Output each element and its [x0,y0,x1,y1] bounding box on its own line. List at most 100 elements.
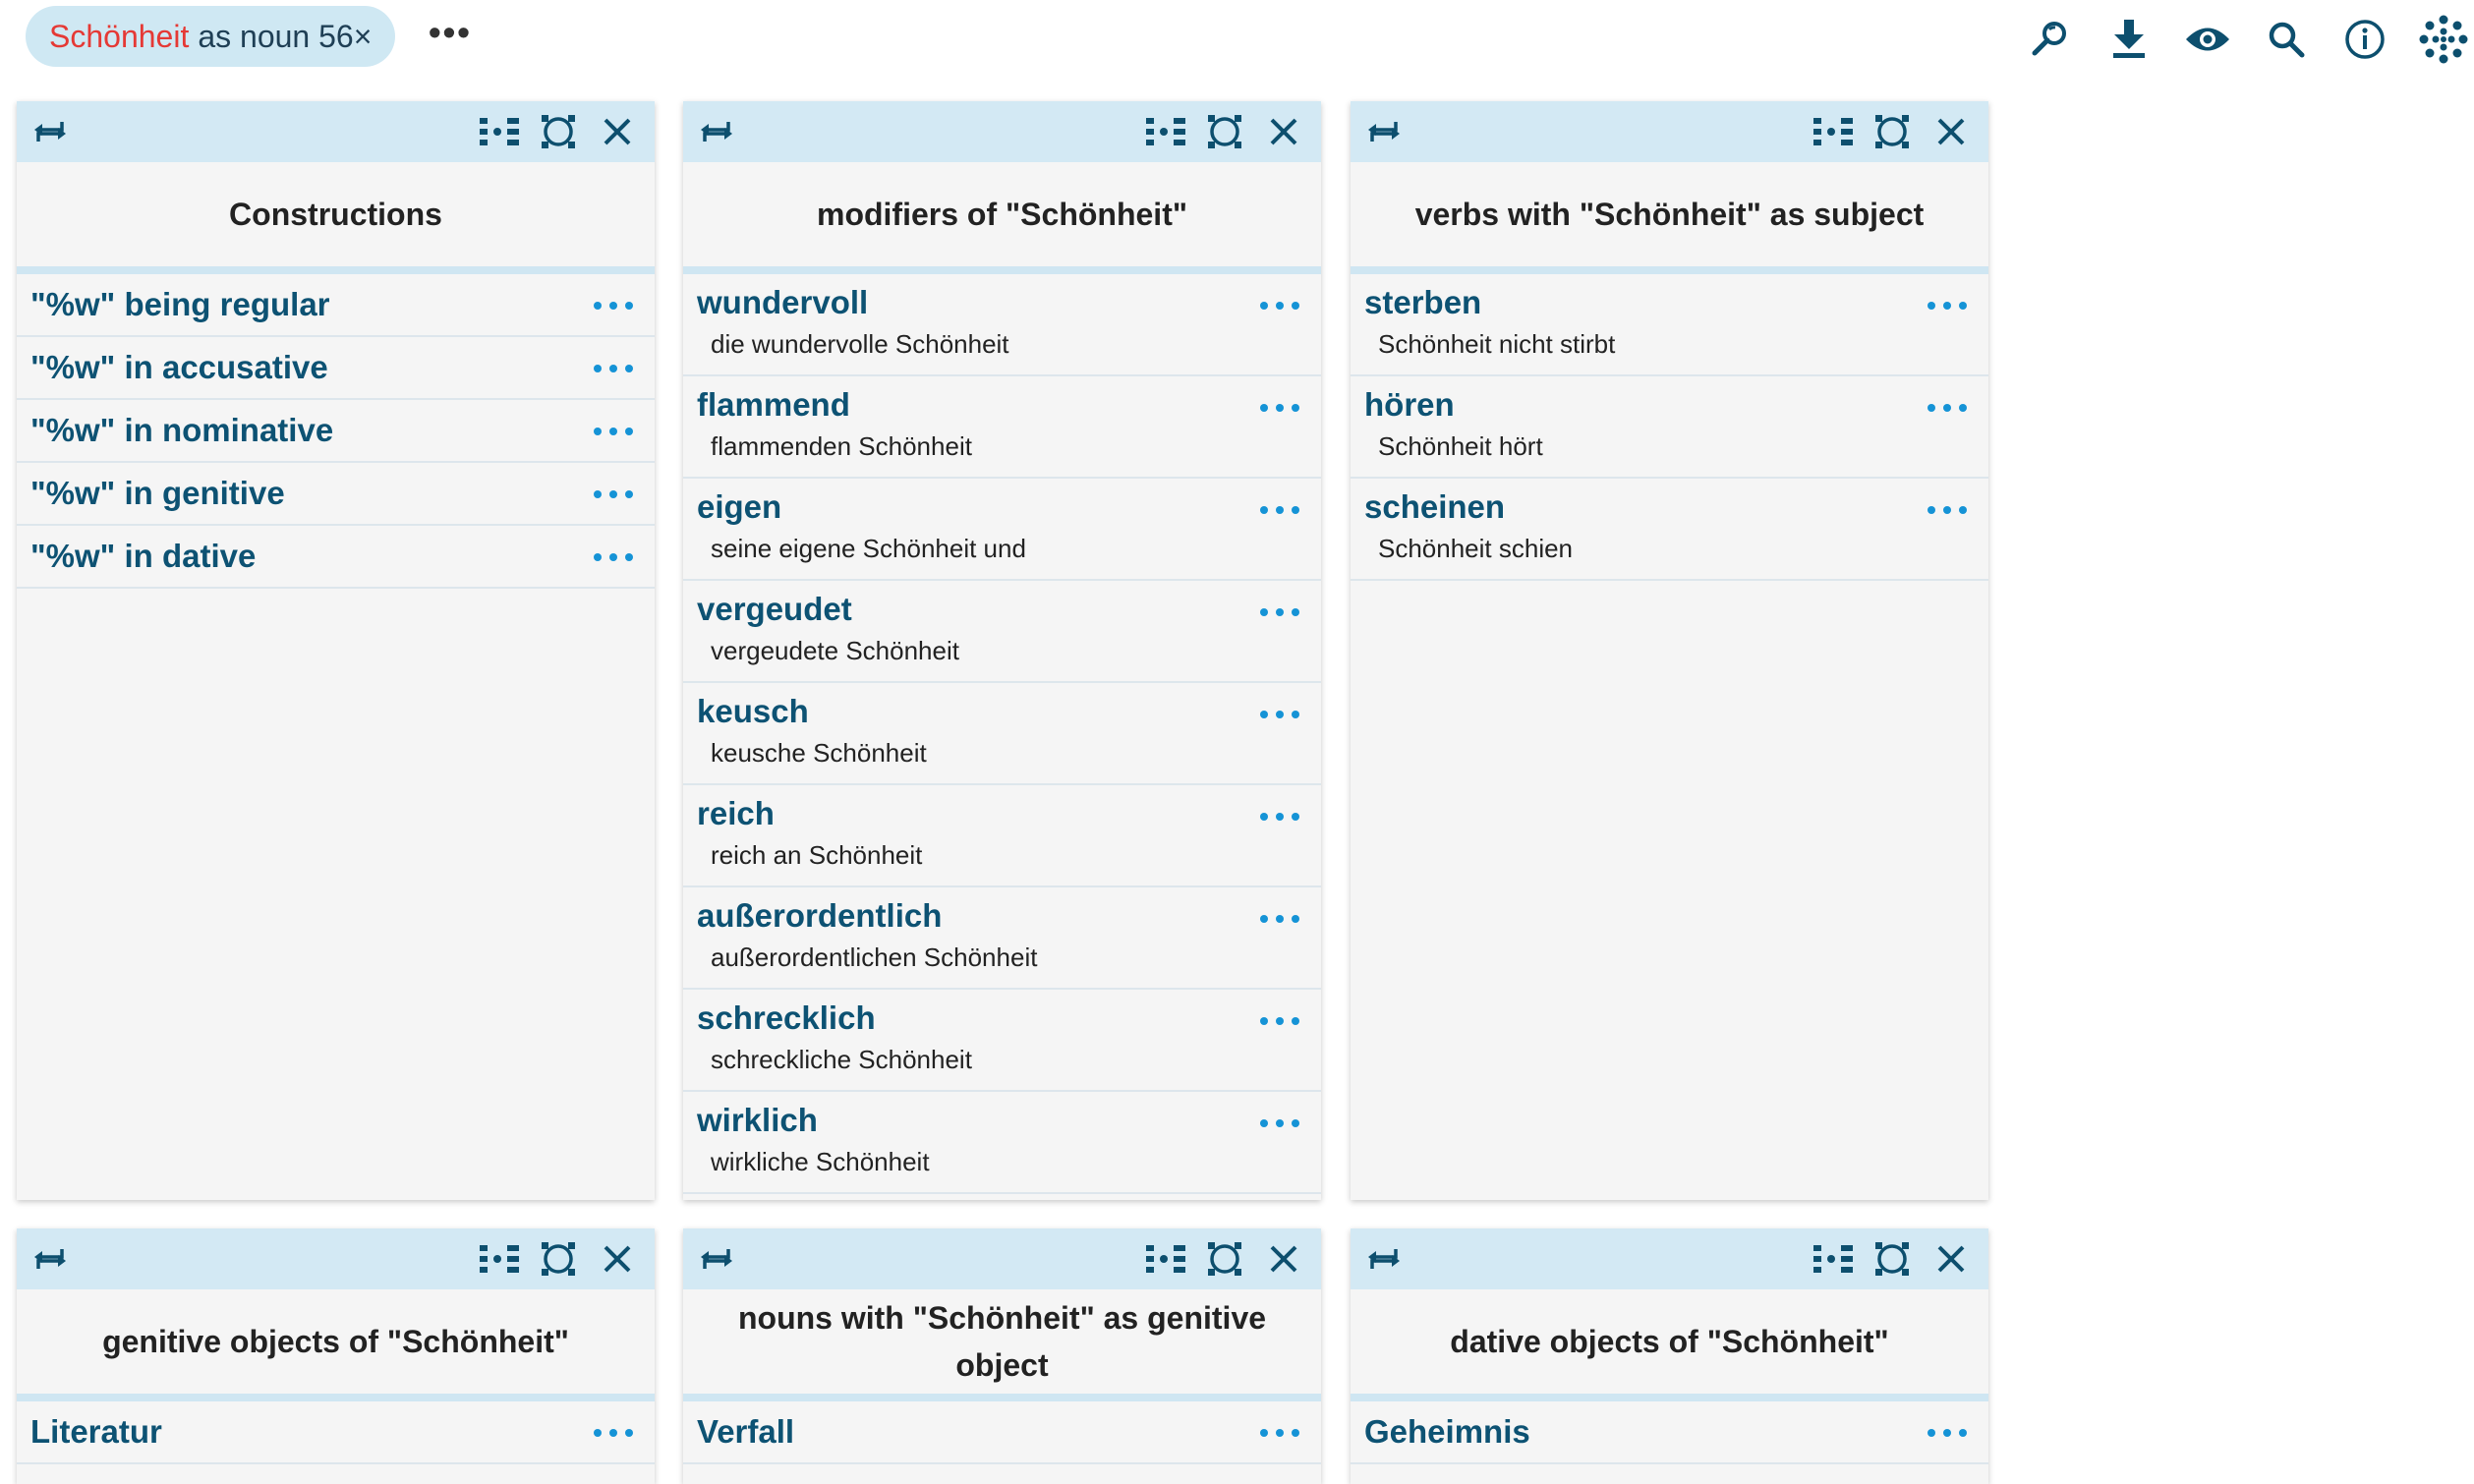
focus-icon[interactable] [533,1233,584,1284]
item-more-icon[interactable] [594,288,633,323]
panel-header [17,1228,655,1289]
list-item[interactable]: scheinen Schönheit schien [1351,479,1988,581]
item-more-icon[interactable] [594,351,633,386]
item-term[interactable]: schrecklich [697,999,1321,1037]
result-panel: verbs with "Schönheit" as subject sterben… [1351,101,1988,1200]
list-item[interactable]: "%w" in dative [17,526,655,589]
list-view-icon[interactable] [1140,106,1191,157]
list-item[interactable]: vergeudet vergeudete Schönheit [683,581,1321,683]
item-term[interactable]: vergeudet [697,591,1321,628]
focus-icon[interactable] [1867,106,1918,157]
item-term[interactable]: "%w" in accusative [30,349,328,386]
dots-grid-icon[interactable] [2416,12,2471,67]
item-more-icon[interactable] [1260,1415,1299,1451]
list-item[interactable]: sterben Schönheit nicht stirbt [1351,274,1988,376]
item-term[interactable]: eigen [697,488,1321,526]
result-panel: dative objects of "Schönheit" Geheimnis [1351,1228,1988,1484]
zoom-search-icon[interactable] [2023,12,2078,67]
focus-icon[interactable] [1199,106,1250,157]
list-item[interactable]: "%w" in accusative [17,337,655,400]
list-view-icon[interactable] [474,106,525,157]
close-icon[interactable] [592,1233,643,1284]
swap-arrows-icon[interactable] [29,110,72,153]
list-item[interactable]: Verfall [683,1401,1321,1464]
list-item[interactable]: außerordentlich außerordentlichen Schönhe… [683,887,1321,990]
item-term[interactable]: außerordentlich [697,897,1321,935]
close-icon[interactable] [1926,106,1977,157]
item-more-icon[interactable] [1260,288,1299,323]
more-menu-button[interactable]: ••• [429,12,472,53]
item-example: reich an Schönheit [711,840,923,870]
item-more-icon[interactable] [1260,901,1299,937]
item-more-icon[interactable] [1260,595,1299,630]
list-view-icon[interactable] [1808,106,1859,157]
item-more-icon[interactable] [1927,390,1967,426]
item-term[interactable]: "%w" in nominative [30,412,333,449]
swap-arrows-icon[interactable] [695,1237,738,1281]
list-item[interactable]: "%w" in genitive [17,463,655,526]
list-item[interactable]: "%w" being regular [17,274,655,337]
toolbar [2023,12,2471,67]
download-icon[interactable] [2101,12,2157,67]
item-term[interactable]: reich [697,795,1321,832]
query-pill[interactable]: Schönheit as noun 56× [26,6,396,67]
item-term[interactable]: wirklich [697,1102,1321,1139]
item-more-icon[interactable] [1260,697,1299,732]
item-more-icon[interactable] [594,477,633,512]
swap-arrows-icon[interactable] [29,1237,72,1281]
item-more-icon[interactable] [1260,1106,1299,1141]
item-more-icon[interactable] [1927,288,1967,323]
close-icon[interactable] [1258,1233,1309,1284]
item-more-icon[interactable] [1260,390,1299,426]
item-term[interactable]: "%w" in dative [30,538,256,575]
item-more-icon[interactable] [1260,492,1299,528]
panel-title: dative objects of "Schönheit" [1351,1289,1988,1401]
list-item[interactable]: keusch keusche Schönheit [683,683,1321,785]
list-item[interactable]: wirklich wirkliche Schönheit [683,1092,1321,1194]
close-icon[interactable] [1926,1233,1977,1284]
item-more-icon[interactable] [1927,1415,1967,1451]
info-icon[interactable] [2337,12,2392,67]
swap-arrows-icon[interactable] [1362,110,1406,153]
item-term[interactable]: wundervoll [697,284,1321,321]
list-item[interactable]: flammend flammenden Schönheit [683,376,1321,479]
item-term[interactable]: flammend [697,386,1321,424]
list-item[interactable]: "%w" in nominative [17,400,655,463]
panel-title: verbs with "Schönheit" as subject [1351,162,1988,274]
focus-icon[interactable] [533,106,584,157]
list-view-icon[interactable] [1140,1233,1191,1284]
item-term[interactable]: sterben [1364,284,1988,321]
list-item[interactable]: Geheimnis [1351,1401,1988,1464]
item-term[interactable]: keusch [697,693,1321,730]
focus-icon[interactable] [1867,1233,1918,1284]
list-item[interactable]: eigen seine eigene Schönheit und [683,479,1321,581]
list-item[interactable]: Literatur [17,1401,655,1464]
item-term[interactable]: Verfall [697,1413,794,1451]
eye-icon[interactable] [2180,12,2235,67]
item-term[interactable]: scheinen [1364,488,1988,526]
item-more-icon[interactable] [594,540,633,575]
swap-arrows-icon[interactable] [695,110,738,153]
list-item[interactable]: reich reich an Schönheit [683,785,1321,887]
search-icon[interactable] [2259,12,2314,67]
close-icon[interactable] [592,106,643,157]
list-view-icon[interactable] [1808,1233,1859,1284]
item-more-icon[interactable] [1260,1003,1299,1039]
item-more-icon[interactable] [594,414,633,449]
item-more-icon[interactable] [1260,799,1299,834]
list-view-icon[interactable] [474,1233,525,1284]
focus-icon[interactable] [1199,1233,1250,1284]
item-term[interactable]: Literatur [30,1413,162,1451]
item-term[interactable]: Geheimnis [1364,1413,1530,1451]
item-term[interactable]: "%w" in genitive [30,475,285,512]
item-term[interactable]: hören [1364,386,1988,424]
list-item[interactable]: wundervoll die wundervolle Schönheit [683,274,1321,376]
result-list: "%w" being regular "%w" in accusative "%w"… [17,274,655,589]
item-more-icon[interactable] [594,1415,633,1451]
list-item[interactable]: hören Schönheit hört [1351,376,1988,479]
list-item[interactable]: schrecklich schreckliche Schönheit [683,990,1321,1092]
item-more-icon[interactable] [1927,492,1967,528]
swap-arrows-icon[interactable] [1362,1237,1406,1281]
item-term[interactable]: "%w" being regular [30,286,330,323]
close-icon[interactable] [1258,106,1309,157]
